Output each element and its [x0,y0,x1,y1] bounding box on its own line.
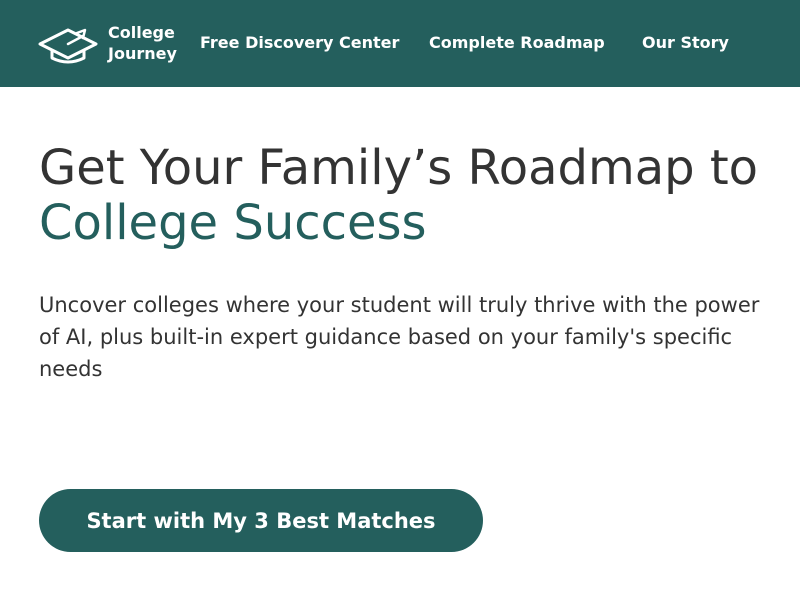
logo-text: College Journey [108,22,188,64]
college-journey-logo[interactable]: College Journey [38,21,188,65]
top-navigation: College Journey Free Discovery Center Co… [0,0,800,87]
start-matches-button[interactable]: Start with My 3 Best Matches [39,489,483,552]
graduation-cap-icon [38,28,98,64]
nav-link-our-story[interactable]: Our Story [642,33,729,53]
headline-accent: College Success [39,195,427,251]
hero-headline: Get Your Family’s Roadmap to College Suc… [39,141,779,251]
nav-link-free-discovery-center[interactable]: Free Discovery Center [200,33,399,53]
logo-line-2: Journey [108,44,177,63]
headline-main: Get Your Family’s Roadmap to [39,140,759,196]
hero-subtitle: Uncover colleges where your student will… [39,293,760,381]
nav-link-complete-roadmap[interactable]: Complete Roadmap [429,33,605,53]
hero-content: Get Your Family’s Roadmap to College Suc… [39,141,779,385]
logo-line-1: College [108,23,175,42]
